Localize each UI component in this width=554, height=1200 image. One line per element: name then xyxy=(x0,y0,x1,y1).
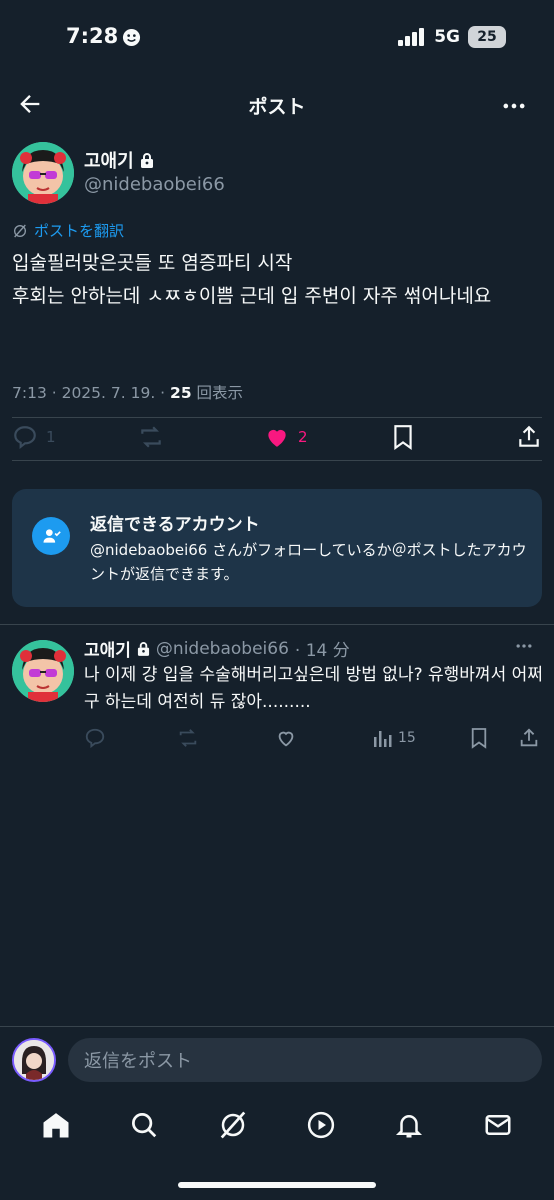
author-handle[interactable]: @nidebaobei66 xyxy=(84,174,225,195)
reply-author-name[interactable]: 고애기 xyxy=(84,636,131,661)
lock-icon xyxy=(137,642,149,656)
reply-author-avatar[interactable] xyxy=(12,640,74,702)
translate-link[interactable]: ポストを翻訳 xyxy=(12,220,124,241)
status-indicators: 5G 25 xyxy=(398,26,506,48)
network-label: 5G xyxy=(434,27,460,47)
post-text-line1: 입술필러맞은곳들 또 염증파티 시작 xyxy=(12,252,293,274)
nav-search[interactable] xyxy=(129,1110,159,1140)
smiley-icon xyxy=(122,28,141,47)
reply-time: · 14 分 xyxy=(294,641,350,661)
post-text-line2: 후회는 안하는데 ㅅㅉㅎ이쁨 근데 입 주변이 자주 썪어나네요 xyxy=(12,285,492,307)
translate-icon xyxy=(14,224,26,237)
more-icon xyxy=(503,103,525,109)
translate-label: ポストを翻訳 xyxy=(34,222,125,240)
status-time: 7:28 xyxy=(66,24,119,48)
my-avatar[interactable] xyxy=(12,1038,56,1082)
view-label: 回表示 xyxy=(191,384,244,402)
nav-home[interactable] xyxy=(41,1110,71,1140)
author-name-row: 고애기 xyxy=(84,147,154,173)
share-icon xyxy=(519,425,539,447)
reply-composer-input[interactable]: 返信をポスト xyxy=(68,1038,542,1082)
home-indicator xyxy=(178,1182,376,1188)
page-title: ポスト xyxy=(248,96,306,118)
repost-icon xyxy=(179,729,197,747)
bell-icon xyxy=(396,1115,423,1138)
nav-notifications[interactable] xyxy=(394,1110,424,1140)
bookmark-icon xyxy=(394,425,412,450)
reply-share-button[interactable] xyxy=(518,727,540,749)
post-timestamp: 7:13 · 2025. 7. 19. · xyxy=(12,384,171,402)
analytics-icon xyxy=(374,731,392,747)
signal-icon xyxy=(398,28,425,46)
more-icon xyxy=(516,644,532,648)
post-meta: 7:13 · 2025. 7. 19. · 25 回表示 xyxy=(12,381,243,403)
lock-icon xyxy=(140,153,153,168)
reply-more-button[interactable] xyxy=(514,636,534,656)
post-text: 입술필러맞은곳들 또 염증파티 시작 후회는 안하는데 ㅅㅉㅎ이쁨 근데 입 주… xyxy=(12,247,542,313)
heart-icon xyxy=(278,731,294,747)
reply-author-handle[interactable]: @nidebaobei66 xyxy=(156,639,289,659)
reply-bookmark-button[interactable] xyxy=(470,727,488,749)
reply-text: 나 이제 걍 입을 수술해버리고싶은데 방법 없나? 유행바껴서 어쩌구 하는데… xyxy=(84,665,543,712)
author-avatar[interactable] xyxy=(12,142,74,204)
divider xyxy=(12,460,542,461)
reply-views-button[interactable]: 15 xyxy=(372,727,416,749)
reply-like-button[interactable] xyxy=(275,727,297,749)
nav-grok[interactable] xyxy=(218,1110,248,1140)
like-count: 2 xyxy=(298,428,308,446)
nav-video[interactable] xyxy=(306,1110,336,1140)
view-count: 25 xyxy=(170,384,192,402)
card-title: 返信できるアカウント xyxy=(90,515,260,535)
divider xyxy=(0,1026,554,1027)
reply-reply-button[interactable] xyxy=(84,727,106,749)
reply-icon xyxy=(14,426,36,450)
reply-button[interactable]: 1 xyxy=(12,424,56,450)
bottom-nav xyxy=(0,1100,554,1150)
like-button[interactable]: 2 xyxy=(264,424,308,450)
share-button[interactable] xyxy=(516,424,542,450)
play-circle-icon xyxy=(308,1111,335,1139)
reply-view-count: 15 xyxy=(398,730,416,746)
reply-header: 고애기 @nidebaobei66 · 14 分 xyxy=(84,636,350,662)
search-icon xyxy=(132,1113,157,1138)
share-icon xyxy=(520,728,538,747)
card-body: @nidebaobei66 さんがフォローしているか＠ポストしたアカウントが返信… xyxy=(90,541,527,583)
repost-icon xyxy=(141,426,161,448)
repost-button[interactable] xyxy=(137,424,165,450)
reply-repost-button[interactable] xyxy=(176,727,200,749)
reply-permission-icon xyxy=(32,517,70,555)
reply-count: 1 xyxy=(46,428,56,446)
grok-icon xyxy=(220,1111,246,1139)
divider xyxy=(12,417,542,418)
reply-icon xyxy=(85,728,105,749)
bookmark-icon xyxy=(471,728,487,749)
heart-filled-icon xyxy=(268,429,286,447)
home-icon xyxy=(43,1113,69,1138)
nav-messages[interactable] xyxy=(483,1110,513,1140)
more-options-button[interactable] xyxy=(500,92,528,120)
composer-placeholder: 返信をポスト xyxy=(84,1051,192,1072)
battery-indicator: 25 xyxy=(468,26,506,48)
divider xyxy=(0,624,554,625)
author-name[interactable]: 고애기 xyxy=(84,147,134,173)
mail-icon xyxy=(485,1115,511,1135)
bookmark-button[interactable] xyxy=(392,424,414,450)
